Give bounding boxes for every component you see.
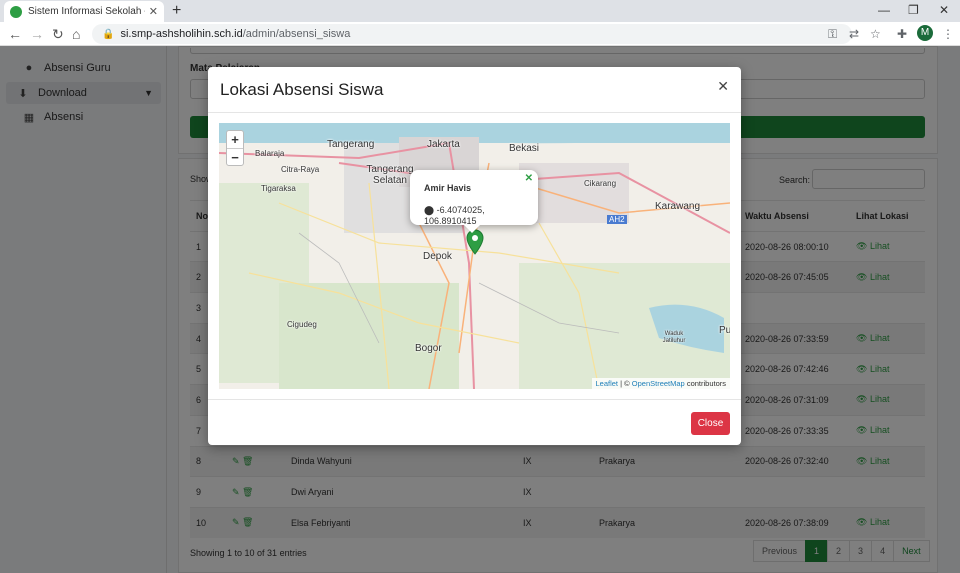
pin-icon: ⬤ (424, 205, 437, 215)
map-label-waduk-jatiluhur: Waduk Jatiluhur (662, 331, 686, 344)
minimize-icon[interactable]: — (878, 3, 890, 17)
map-label-tangerang-selatan: Tangerang Selatan (366, 164, 414, 186)
map-label-cigudeg: Cigudeg (287, 320, 317, 329)
modal-header-divider (208, 112, 741, 113)
popup-student-name: Amir Havis (424, 183, 472, 193)
zoom-out-button[interactable]: − (227, 148, 243, 165)
map-label-depok: Depok (423, 251, 452, 262)
key-icon[interactable]: ⚿ (828, 27, 837, 42)
url-host: si.smp-ashsholihin.sch.id (120, 28, 243, 40)
lock-icon: 🔒 (102, 28, 115, 40)
map-label-ah2: AH2 (607, 215, 627, 224)
map-label-pu: Pu (719, 325, 730, 336)
location-modal: Lokasi Absensi Siswa ✕ + − Tangerang Jak… (208, 67, 741, 445)
profile-avatar[interactable]: M (917, 25, 933, 41)
map-attribution: Leaflet | © OpenStreetMap contributors (591, 378, 730, 389)
map-label-cikarang: Cikarang (584, 179, 617, 188)
browser-menu-icon[interactable]: ⋮ (942, 27, 954, 41)
star-icon[interactable]: ☆ (870, 27, 881, 41)
leaflet-link[interactable]: Leaflet (596, 379, 619, 388)
translate-icon[interactable]: ⇄ (849, 27, 859, 41)
restore-icon[interactable]: ❐ (908, 3, 919, 17)
map-label-bogor: Bogor (415, 343, 442, 354)
new-tab-icon[interactable]: + (172, 2, 181, 20)
modal-title: Lokasi Absensi Siswa (220, 80, 384, 99)
popup-close-icon[interactable]: ✕ (525, 173, 533, 184)
close-window-icon[interactable]: ✕ (939, 3, 949, 17)
zoom-in-button[interactable]: + (227, 131, 243, 148)
url-path: /admin/absensi_siswa (242, 28, 351, 40)
map-label-balaraja: Balaraja (255, 149, 285, 158)
map-label-bekasi: Bekasi (509, 143, 540, 154)
address-bar-row: ← → ↻ ⌂ 🔒 si.smp-ashsholihin.sch.id/admi… (0, 22, 960, 46)
map-label-jakarta: Jakarta (427, 139, 460, 150)
map-label-tangerang: Tangerang (327, 139, 375, 150)
osm-link[interactable]: OpenStreetMap (632, 379, 685, 388)
reload-icon[interactable]: ↻ (52, 25, 64, 43)
marker-popup: ✕ Amir Havis ⬤ -6.4074025, 106.8910415 (410, 170, 538, 233)
map-view[interactable]: + − Tangerang Jakarta Bekasi Balaraja Ci… (219, 123, 730, 389)
forward-icon[interactable]: → (30, 25, 44, 43)
zoom-control: + − (226, 130, 244, 166)
modal-footer-divider (208, 399, 741, 400)
back-icon[interactable]: ← (8, 25, 22, 43)
tab-title: Sistem Informasi Sekolah - Absensi (28, 6, 145, 17)
close-tab-icon[interactable]: ✕ (149, 5, 158, 18)
extensions-icon[interactable]: ✚ (897, 27, 907, 41)
attribution-suffix: contributors (686, 379, 726, 388)
browser-tab[interactable]: Sistem Informasi Sekolah - Absensi ✕ (4, 1, 164, 22)
map-label-tigaraksa: Tigaraksa (261, 184, 296, 193)
browser-tab-bar: Sistem Informasi Sekolah - Absensi ✕ + —… (0, 0, 960, 22)
modal-close-icon[interactable]: ✕ (717, 78, 729, 95)
map-label-karawang: Karawang (655, 201, 701, 212)
map-label-citra-raya: Citra-Raya (281, 165, 320, 174)
url-field[interactable]: 🔒 si.smp-ashsholihin.sch.id/admin/absens… (92, 24, 852, 44)
close-button[interactable]: Close (691, 412, 730, 435)
popup-coordinates: ⬤ -6.4074025, 106.8910415 (424, 205, 538, 226)
home-icon[interactable]: ⌂ (72, 25, 80, 43)
site-favicon-icon (10, 5, 22, 18)
map-tiles (219, 123, 730, 389)
